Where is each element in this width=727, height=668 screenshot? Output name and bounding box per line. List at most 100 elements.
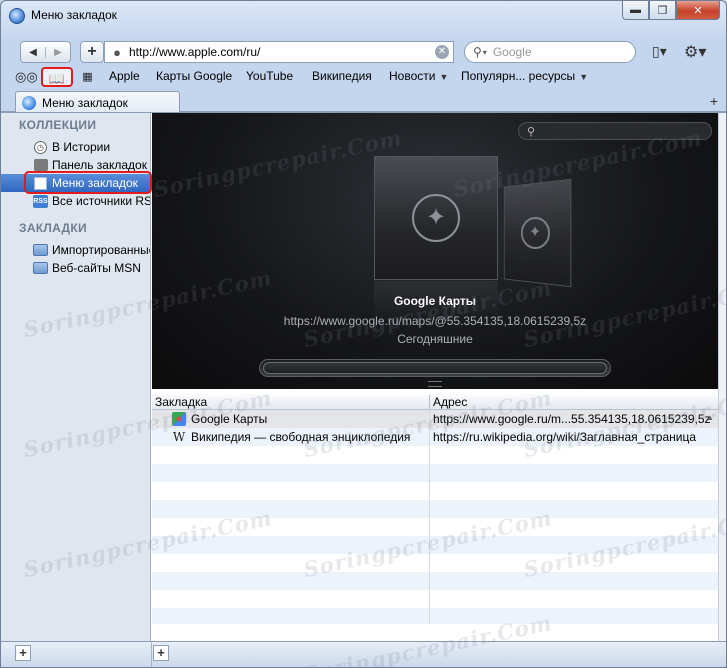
search-placeholder: Google <box>492 45 532 59</box>
cover-preview-current[interactable]: ✦ <box>374 156 498 280</box>
safari-app-icon <box>9 8 25 24</box>
bookmarks-search-field[interactable]: ⚲ <box>518 122 712 140</box>
table-row-empty <box>152 446 718 464</box>
table-row-empty <box>152 482 718 500</box>
clock-icon: ◷ <box>34 140 47 154</box>
table-body: ● Google Карты https://www.google.ru/m...… <box>152 410 718 624</box>
gear-icon[interactable]: ⚙▾ <box>684 42 710 62</box>
tab-label: Меню закладок <box>42 95 128 110</box>
top-sites-icon[interactable]: ▦ <box>77 67 97 87</box>
highlight-annotation <box>24 171 152 194</box>
show-all-bookmarks-icon[interactable]: 📖 <box>41 67 73 87</box>
site-favicon-icon: ● <box>113 44 121 60</box>
add-collection-button[interactable]: + <box>15 645 31 661</box>
sidebar-item-imported[interactable]: Импортированные <box>1 241 150 259</box>
page-menu-icon[interactable]: ▯▾ <box>652 43 676 63</box>
reading-list-icon[interactable]: ◎◎ <box>15 67 38 87</box>
bookmark-wikipedia[interactable]: Википедия <box>312 69 372 83</box>
chevron-down-icon: ▾ <box>482 47 487 57</box>
collections-heading: КОЛЛЕКЦИИ <box>19 118 97 132</box>
cover-url: https://www.google.ru/maps/@55.354135,18… <box>283 314 587 328</box>
rss-icon: RSS <box>33 194 48 208</box>
google-maps-icon: ● <box>172 412 186 426</box>
minimize-button[interactable]: ▬ <box>622 1 649 20</box>
forward-button[interactable]: ▶ <box>45 46 70 58</box>
column-header-bookmark[interactable]: Закладка <box>155 395 207 409</box>
browser-window: Меню закладок ▬ ❐ ✕ ◀ ▶ + ● http://www.a… <box>0 0 727 668</box>
bookmarks-sidebar: КОЛЛЕКЦИИ ◷ В Истории Панель закладок Ме… <box>1 113 152 642</box>
back-button[interactable]: ◀ <box>21 47 45 58</box>
table-row[interactable]: ● Google Карты https://www.google.ru/m...… <box>152 410 718 428</box>
resize-grip[interactable] <box>428 381 442 387</box>
bookmarks-view: КОЛЛЕКЦИИ ◷ В Истории Панель закладок Ме… <box>1 112 726 642</box>
row-address: https://www.google.ru/m...55.354135,18.0… <box>429 410 711 428</box>
bookmark-folder-popular[interactable]: Популярн... ресурсы ▼ <box>461 69 588 83</box>
chevron-up-icon: ▲ <box>706 413 714 422</box>
tab-bookmarks-menu[interactable]: Меню закладок <box>15 91 180 113</box>
sidebar-item-rss[interactable]: RSS Все источники RSS <box>1 192 150 210</box>
url-text[interactable]: http://www.apple.com/ru/ <box>129 45 260 59</box>
title-bar: Меню закладок ▬ ❐ ✕ <box>1 1 726 31</box>
sidebar-item-msn[interactable]: Веб-сайты MSN <box>1 259 150 277</box>
table-row-empty <box>152 554 718 572</box>
back-forward-group: ◀ ▶ <box>20 41 71 63</box>
add-bookmark-folder-button[interactable]: + <box>153 645 169 661</box>
add-bookmark-button[interactable]: + <box>80 41 104 63</box>
wikipedia-icon: W <box>172 430 186 444</box>
compass-icon: ✦ <box>520 216 551 250</box>
sidebar-item-history[interactable]: ◷ В Истории <box>1 138 150 156</box>
cover-flow[interactable]: ⚲ ✦ ✦ Google Карты https://www.google.ru… <box>152 113 718 389</box>
bookmark-folder-news[interactable]: Новости ▼ <box>389 69 448 83</box>
bookmark-google-maps[interactable]: Карты Google <box>156 69 232 83</box>
divider <box>151 642 152 667</box>
sidebar-item-label: Все источники RSS <box>52 194 150 208</box>
table-row-empty <box>152 590 718 608</box>
bottom-bar: + + <box>1 641 726 667</box>
table-header: Закладка Адрес <box>152 394 718 410</box>
cover-title: Google Карты <box>393 294 477 308</box>
navigation-toolbar: ◀ ▶ + ● http://www.apple.com/ru/ ✕ ⚲ ▾ Go… <box>1 37 726 65</box>
table-row-empty <box>152 536 718 554</box>
globe-icon <box>22 95 36 110</box>
bookmarks-table: Закладка Адрес ● Google Карты https://www… <box>152 394 718 624</box>
stop-icon[interactable]: ✕ <box>435 45 449 59</box>
close-button[interactable]: ✕ <box>676 1 720 20</box>
table-row-empty <box>152 518 718 536</box>
chevron-down-icon: ▼ <box>579 72 589 82</box>
search-icon[interactable]: ⚲ <box>473 45 482 59</box>
sidebar-item-label: Импортированные <box>52 243 150 257</box>
tab-bar: Меню закладок + <box>1 89 726 113</box>
table-row-empty <box>152 464 718 482</box>
sidebar-item-label: Панель закладок <box>52 158 147 172</box>
cover-flow-scrollbar[interactable] <box>259 359 611 377</box>
bookmark-apple[interactable]: Apple <box>109 69 140 83</box>
bookmarks-bar-icon <box>33 159 48 171</box>
search-field[interactable]: ⚲ ▾ Google <box>464 41 636 63</box>
compass-icon: ✦ <box>412 194 460 242</box>
sidebar-item-label: В Истории <box>52 140 111 154</box>
window-title: Меню закладок <box>31 8 117 22</box>
chevron-down-icon: ▼ <box>439 72 449 82</box>
bookmark-folder-popular-label: Популярн... ресурсы <box>461 69 576 83</box>
table-row-empty <box>152 500 718 518</box>
column-header-address[interactable]: Адрес <box>429 395 467 409</box>
sidebar-item-label: Веб-сайты MSN <box>52 261 141 275</box>
row-address: https://ru.wikipedia.org/wiki/Заглавная_… <box>429 428 696 446</box>
maximize-button[interactable]: ❐ <box>649 1 676 20</box>
cover-preview-next[interactable]: ✦ <box>503 178 572 288</box>
folder-icon <box>33 244 48 256</box>
vertical-scrollbar[interactable] <box>718 113 726 642</box>
table-row[interactable]: W Википедия — свободная энциклопедия http… <box>152 428 718 446</box>
folder-icon <box>33 262 48 274</box>
row-name: Википедия — свободная энциклопедия <box>191 430 411 444</box>
table-row-empty <box>152 608 718 624</box>
search-icon: ⚲ <box>527 125 536 138</box>
bookmarks-heading: ЗАКЛАДКИ <box>19 221 87 235</box>
new-tab-button[interactable]: + <box>710 93 718 109</box>
address-bar[interactable]: ● http://www.apple.com/ru/ ✕ <box>104 41 454 63</box>
bookmarks-bar: ◎◎ 📖 ▦ Apple Карты Google YouTube Википе… <box>1 65 726 89</box>
bookmark-folder-news-label: Новости <box>389 69 436 83</box>
scrollbar-thumb[interactable] <box>263 362 607 374</box>
table-row-empty <box>152 572 718 590</box>
bookmark-youtube[interactable]: YouTube <box>246 69 293 83</box>
